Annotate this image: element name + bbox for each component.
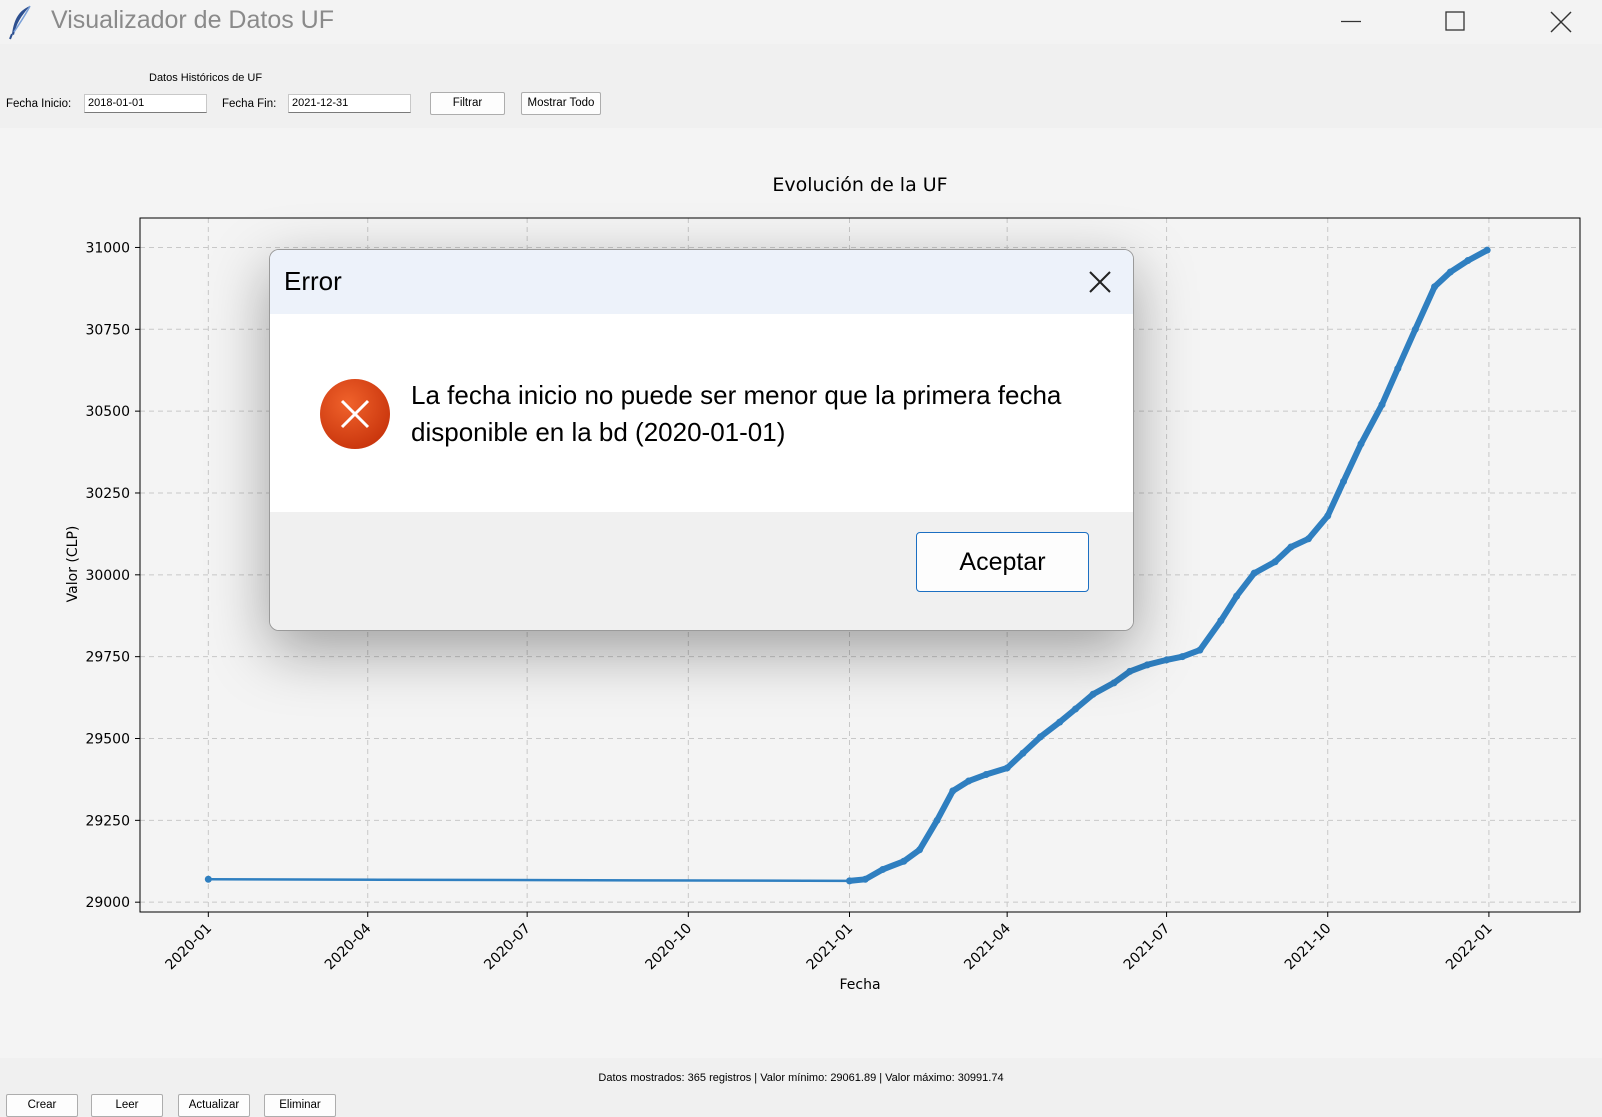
close-icon: [1550, 11, 1572, 33]
data-point: [1483, 246, 1491, 254]
maximize-icon: [1445, 11, 1465, 31]
y-tick-label: 29500: [85, 732, 130, 748]
data-point: [1089, 690, 1097, 698]
data-point: [1056, 718, 1064, 726]
error-icon: [320, 379, 390, 449]
data-point: [204, 875, 212, 883]
data-point: [1378, 401, 1386, 409]
dialog-close-button[interactable]: [1087, 269, 1113, 295]
data-point: [1464, 257, 1472, 265]
y-tick-label: 30750: [85, 322, 130, 338]
x-tick-label: 2021-04: [961, 920, 1014, 973]
minimize-icon: [1341, 20, 1361, 23]
dialog-body: La fecha inicio no puede ser menor que l…: [270, 314, 1133, 512]
data-point: [1110, 679, 1118, 687]
y-axis: 29000 29250 29500 29750 30000 30250 30500 30750…: [85, 240, 140, 911]
feather-icon: [9, 5, 31, 40]
dialog-footer: Aceptar: [270, 512, 1133, 630]
crud-button-eliminar[interactable]: Eliminar: [264, 1094, 336, 1117]
start-date-input[interactable]: 2018-01-01: [84, 94, 207, 113]
data-point: [1178, 653, 1186, 661]
x-axis: 2020-01 2020-04 2020-07 2020-10 2021-01 2021-…: [162, 912, 1496, 974]
title-bar: Visualizador de Datos UF: [0, 0, 1602, 44]
data-point: [933, 816, 941, 824]
data-point: [1071, 705, 1079, 713]
show-all-button[interactable]: Mostrar Todo: [521, 92, 601, 115]
x-tick-label: 2020-10: [642, 921, 695, 974]
data-point: [1196, 646, 1204, 654]
data-point: [845, 877, 853, 885]
data-point: [949, 787, 957, 795]
x-tick-label: 2021-07: [1121, 921, 1174, 974]
x-tick-label: 2020-07: [481, 921, 534, 974]
x-tick-label: 2021-01: [804, 921, 857, 974]
status-bar: Datos mostrados: 365 registros | Valor m…: [598, 1072, 1004, 1084]
y-tick-label: 29000: [85, 895, 130, 911]
series-gap-line: [208, 878, 850, 883]
data-point: [1163, 656, 1171, 664]
crud-button-crear[interactable]: Crear: [6, 1094, 78, 1117]
close-icon: [1089, 271, 1111, 293]
y-tick-label: 31000: [85, 240, 130, 256]
x-tick-label: 2020-04: [322, 920, 375, 973]
data-point: [900, 857, 908, 865]
x-tick-label: 2022-01: [1443, 921, 1496, 974]
data-point: [1036, 733, 1044, 741]
accept-button[interactable]: Aceptar: [916, 532, 1089, 592]
data-point: [1126, 667, 1134, 675]
data-point: [1287, 543, 1295, 551]
error-dialog: Error La fecha inicio no puede ser menor…: [269, 249, 1134, 631]
filter-toolbar: Datos Históricos de UF Fecha Inicio: 201…: [0, 54, 1602, 128]
filter-button[interactable]: Filtrar: [430, 92, 505, 115]
start-date-label: Fecha Inicio:: [6, 98, 72, 110]
dialog-header: Error: [270, 250, 1133, 314]
data-point: [1357, 440, 1365, 448]
data-point: [1019, 749, 1027, 757]
data-point: [1003, 764, 1011, 772]
window-title: Visualizador de Datos UF: [51, 6, 335, 34]
data-point: [1271, 558, 1279, 566]
x-axis-label: Fecha: [839, 977, 880, 993]
end-date-input[interactable]: 2021-12-31: [288, 94, 411, 113]
data-point: [861, 875, 869, 883]
crud-button-leer[interactable]: Leer: [91, 1094, 163, 1117]
toolbar-heading: Datos Históricos de UF: [149, 72, 263, 84]
data-point: [1446, 268, 1454, 276]
dialog-message-line-1: La fecha inicio no puede ser menor que l…: [411, 380, 1062, 410]
dialog-message: La fecha inicio no puede ser menor que l…: [411, 377, 1101, 451]
window-close-button[interactable]: [1538, 0, 1584, 44]
data-point: [1143, 661, 1151, 669]
y-tick-label: 30500: [85, 404, 130, 420]
data-point: [1233, 592, 1241, 600]
data-point: [879, 865, 887, 873]
data-point: [1250, 569, 1258, 577]
x-tick-label: 2021-10: [1282, 921, 1335, 974]
y-tick-label: 30250: [85, 486, 130, 502]
data-point: [916, 846, 924, 854]
data-point: [1394, 365, 1402, 373]
dialog-title: Error: [284, 266, 342, 296]
dialog-message-line-2: disponible en la bd (2020-01-01): [411, 417, 786, 447]
crud-button-actualizar[interactable]: Actualizar: [178, 1094, 250, 1117]
data-point: [1411, 325, 1419, 333]
y-tick-label: 29250: [85, 813, 130, 829]
data-point: [965, 777, 973, 785]
data-point: [982, 771, 990, 779]
maximize-button[interactable]: [1432, 0, 1478, 44]
data-point: [1431, 283, 1439, 291]
data-point: [1217, 617, 1225, 625]
y-axis-label: Valor (CLP): [65, 526, 81, 603]
x-tick-label: 2020-01: [162, 921, 215, 974]
y-tick-label: 30000: [85, 568, 130, 584]
chart-title: Evolución de la UF: [772, 174, 947, 196]
end-date-label: Fecha Fin:: [222, 98, 277, 110]
data-point: [1324, 512, 1332, 520]
data-point: [1340, 478, 1348, 486]
minimize-button[interactable]: [1328, 0, 1374, 44]
y-tick-label: 29750: [85, 650, 130, 666]
data-point: [1304, 535, 1312, 543]
